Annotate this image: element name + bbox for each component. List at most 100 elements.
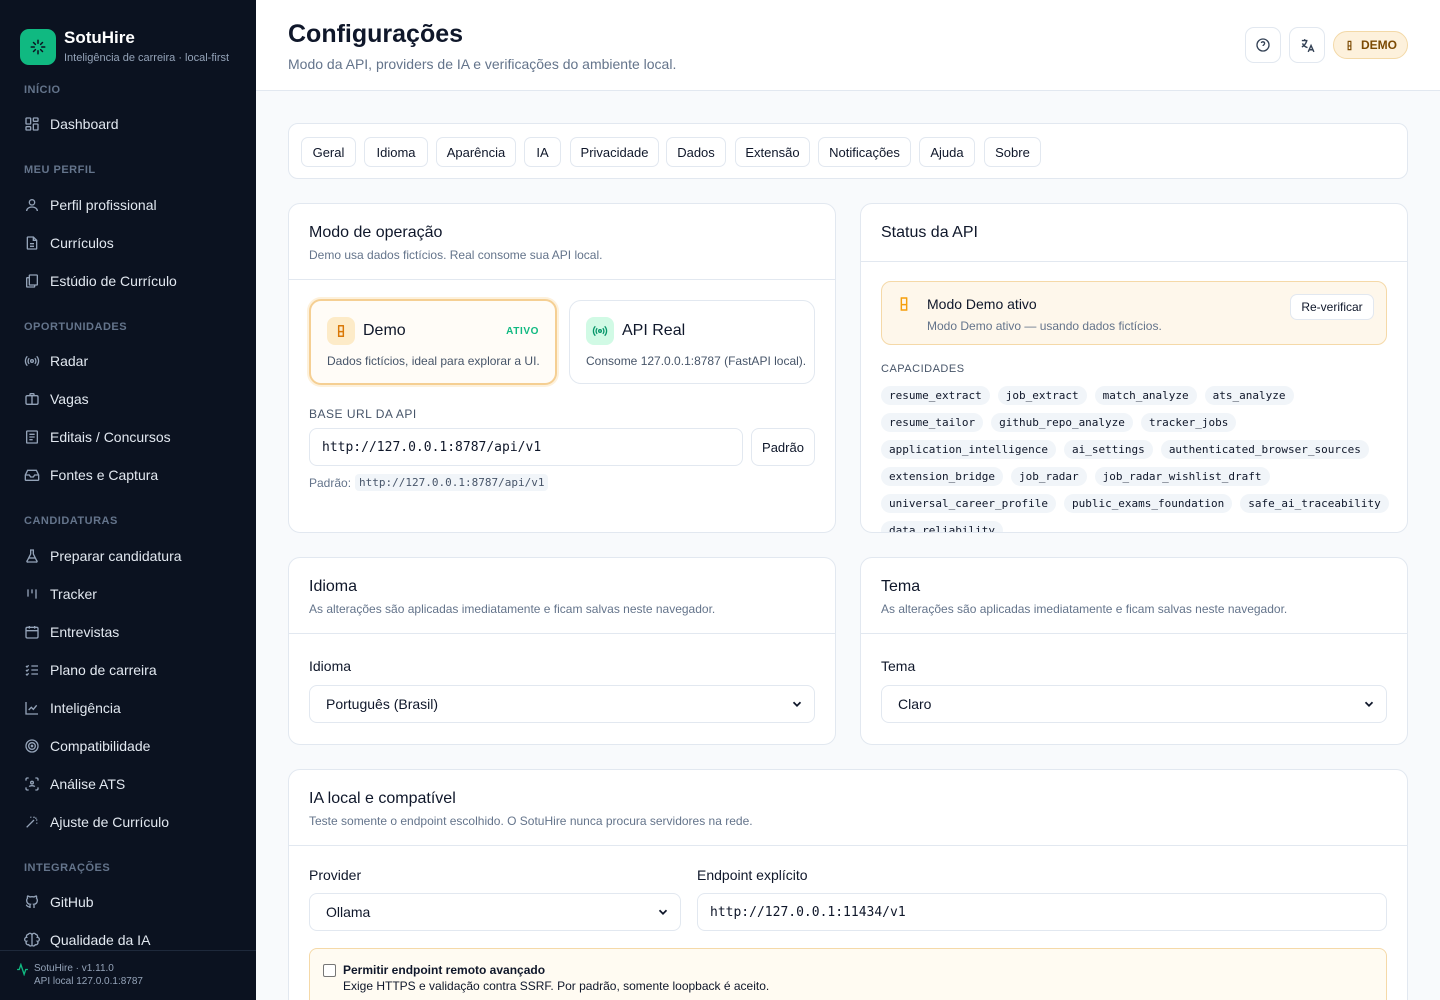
recheck-button[interactable]: Re-verificar [1290, 294, 1374, 320]
chevron-down-icon [1362, 697, 1376, 714]
tab-extensao[interactable]: Extensão [735, 137, 810, 167]
sidebar-item-preparar-candidatura[interactable]: Preparar candidatura [12, 539, 244, 573]
flask-icon [896, 295, 912, 318]
mode-description: Dados fictícios, ideal para explorar a U… [327, 354, 540, 368]
tab-dados[interactable]: Dados [666, 137, 726, 167]
tab-notificacoes[interactable]: Notificações [818, 137, 911, 167]
card-subtitle: As alterações são aplicadas imediatament… [309, 602, 716, 616]
sidebar-item-entrevistas[interactable]: Entrevistas [12, 615, 244, 649]
dashboard-icon [24, 116, 40, 132]
language-button[interactable] [1289, 27, 1325, 63]
radar-icon [24, 353, 40, 369]
sidebar-item-ajuste-curriculo[interactable]: Ajuste de Currículo [12, 805, 244, 839]
sidebar-item-label: Inteligência [50, 700, 121, 716]
sidebar-item-label: Plano de carreira [50, 662, 157, 678]
sidebar-item-label: Tracker [50, 586, 97, 602]
tab-ia[interactable]: IA [524, 137, 561, 167]
card-title: Idioma [309, 578, 358, 595]
help-button[interactable] [1245, 27, 1281, 63]
sidebar-item-label: Estúdio de Currículo [50, 273, 177, 289]
card-title: IA local e compatível [309, 790, 456, 807]
allow-remote-checkbox[interactable] [323, 964, 336, 977]
page-title: Configurações [288, 20, 464, 48]
default-url-button[interactable]: Padrão [751, 428, 815, 466]
sidebar-item-label: Editais / Concursos [50, 429, 171, 445]
magic-wand-icon [24, 814, 40, 830]
nav-section-candidaturas: CANDIDATURAS [24, 515, 118, 527]
sidebar-item-fontes-captura[interactable]: Fontes e Captura [12, 458, 244, 492]
card-subtitle: Demo usa dados fictícios. Real consome s… [309, 248, 603, 262]
sidebar-item-dashboard[interactable]: Dashboard [12, 107, 244, 141]
sidebar-item-analise-ats[interactable]: Análise ATS [12, 767, 244, 801]
document-list-icon [24, 429, 40, 445]
tab-ajuda[interactable]: Ajuda [919, 137, 975, 167]
default-url-hint: Padrão: http://127.0.0.1:8787/api/v1 [309, 474, 549, 491]
inbox-icon [24, 467, 40, 483]
mode-name: Demo [363, 322, 406, 339]
card-title: Tema [881, 578, 921, 595]
capability-chip: authenticated_browser_sources [1160, 440, 1369, 459]
sidebar-item-github[interactable]: GitHub [12, 885, 244, 919]
page-subtitle: Modo da API, providers de IA e verificaç… [288, 56, 677, 72]
sidebar-item-estudio-curriculo[interactable]: Estúdio de Currículo [12, 264, 244, 298]
sidebar-item-label: Análise ATS [50, 776, 126, 792]
broadcast-icon [586, 317, 614, 345]
mode-option-demo[interactable]: Demo ATIVO Dados fictícios, ideal para e… [309, 299, 557, 385]
theme-selected: Claro [898, 696, 932, 712]
sidebar-item-label: Ajuste de Currículo [50, 814, 170, 830]
capability-chip: ai_settings [1063, 440, 1153, 459]
capabilities-list: resume_extract job_extract match_analyze at… [881, 386, 1391, 532]
sidebar-item-label: Qualidade da IA [50, 932, 151, 948]
brand[interactable]: SotuHire Inteligência de carreira · loca… [0, 0, 256, 72]
sidebar-item-plano-carreira[interactable]: Plano de carreira [12, 653, 244, 687]
page-header: Configurações Modo da API, providers de … [256, 0, 1440, 91]
briefcase-icon [24, 391, 40, 407]
remote-option-description: Exige HTTPS e validação contra SSRF. Por… [343, 979, 770, 993]
api-address: API local 127.0.0.1:8787 [34, 976, 143, 987]
provider-select[interactable]: Ollama [309, 893, 681, 931]
endpoint-label: Endpoint explícito [697, 867, 808, 883]
sidebar-item-editais[interactable]: Editais / Concursos [12, 420, 244, 454]
sidebar-item-tracker[interactable]: Tracker [12, 577, 244, 611]
tab-geral[interactable]: Geral [301, 137, 356, 167]
nav-section-inicio: INÍCIO [24, 84, 61, 96]
sidebar-item-compatibilidade[interactable]: Compatibilidade [12, 729, 244, 763]
flask-icon [1344, 40, 1355, 51]
sidebar-item-curriculos[interactable]: Currículos [12, 226, 244, 260]
provider-selected: Ollama [326, 904, 371, 920]
provider-label: Provider [309, 867, 362, 883]
sidebar-item-vagas[interactable]: Vagas [12, 382, 244, 416]
theme-select[interactable]: Claro [881, 685, 1387, 723]
language-card: Idioma As alterações são aplicadas imedi… [288, 557, 836, 745]
brain-icon [24, 932, 40, 948]
capability-chip: public_exams_foundation [1063, 494, 1233, 513]
sidebar-item-perfil-profissional[interactable]: Perfil profissional [12, 188, 244, 222]
card-title: Modo de operação [309, 224, 443, 241]
tab-aparencia[interactable]: Aparência [436, 137, 516, 167]
help-icon [1255, 37, 1271, 53]
tab-sobre[interactable]: Sobre [984, 137, 1041, 167]
base-url-label: BASE URL DA API [309, 407, 417, 421]
tab-idioma[interactable]: Idioma [364, 137, 428, 167]
capability-chip: universal_career_profile [881, 494, 1056, 513]
sidebar-item-label: Entrevistas [50, 624, 120, 640]
endpoint-input[interactable]: http://127.0.0.1:11434/v1 [697, 893, 1387, 931]
language-selected: Português (Brasil) [326, 696, 439, 712]
tab-privacidade[interactable]: Privacidade [570, 137, 659, 167]
demo-mode-badge[interactable]: DEMO [1333, 31, 1408, 59]
sidebar-item-radar[interactable]: Radar [12, 344, 244, 378]
sidebar-footer: SotuHire · v1.11.0 API local 127.0.0.1:8… [0, 950, 256, 1000]
divider [861, 633, 1407, 634]
operation-mode-card: Modo de operação Demo usa dados fictício… [288, 203, 836, 533]
capability-chip: match_analyze [1094, 386, 1197, 405]
sidebar-item-label: Currículos [50, 235, 114, 251]
base-url-input[interactable]: http://127.0.0.1:8787/api/v1 [309, 428, 743, 466]
capability-chip: data_reliability [881, 521, 1003, 532]
capabilities-label: CAPACIDADES [881, 363, 965, 375]
mode-option-api-real[interactable]: API Real Consome 127.0.0.1:8787 (FastAPI… [569, 300, 815, 384]
language-select[interactable]: Português (Brasil) [309, 685, 815, 723]
scan-icon [24, 776, 40, 792]
translate-icon [1299, 37, 1316, 54]
sidebar-item-inteligencia[interactable]: Inteligência [12, 691, 244, 725]
sidebar-item-label: Vagas [50, 391, 89, 407]
